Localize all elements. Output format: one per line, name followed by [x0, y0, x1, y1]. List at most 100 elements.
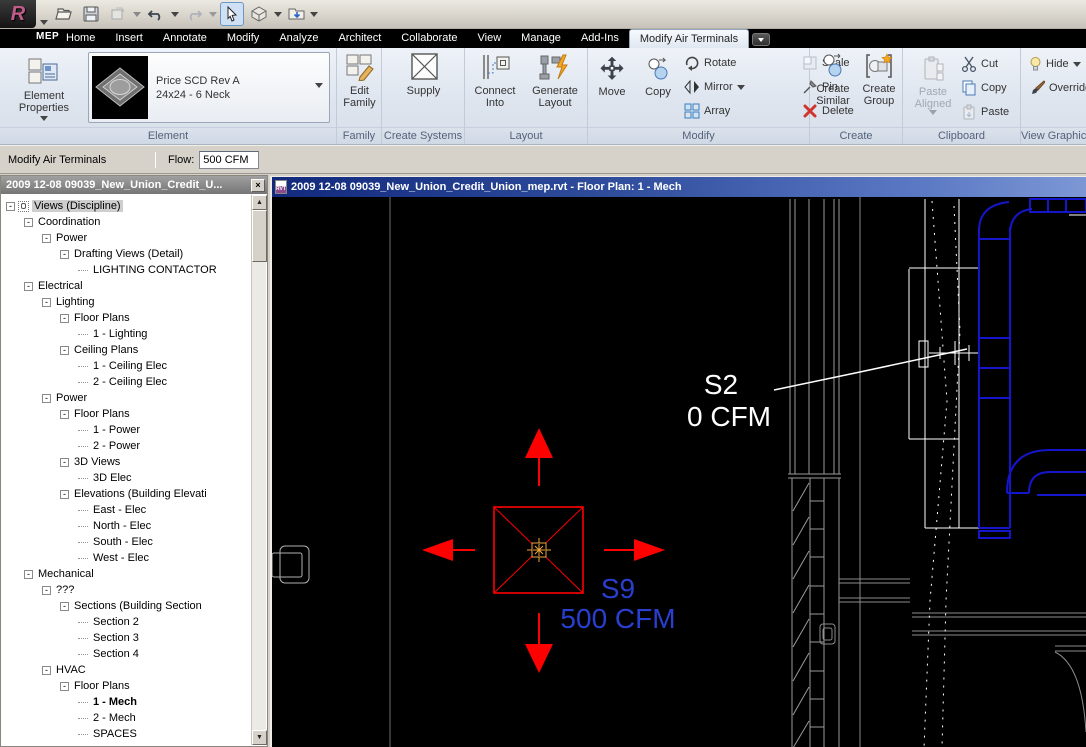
tree-item-label[interactable]: North - Elec — [91, 520, 153, 532]
tree-item-label[interactable]: 1 - Lighting — [91, 328, 149, 340]
rotate-button[interactable]: Rotate — [684, 51, 802, 75]
collapse-icon[interactable]: - — [42, 393, 51, 403]
tree-item-label[interactable]: 2 - Mech — [91, 712, 138, 724]
tree-branch[interactable]: - Sections (Building Section — [2, 598, 251, 614]
flow-arrow-left[interactable] — [422, 539, 453, 561]
tree-item-label[interactable]: Elevations (Building Elevati — [72, 488, 209, 500]
view-caret-icon[interactable] — [274, 11, 282, 17]
undo-caret-icon[interactable] — [171, 11, 179, 17]
collapse-icon[interactable]: - — [24, 281, 33, 291]
tab-modify-air-terminals[interactable]: Modify Air Terminals — [628, 29, 750, 48]
supply-duct[interactable] — [978, 198, 1086, 539]
tree-branch[interactable]: - Power — [2, 230, 251, 246]
publish-caret-icon[interactable] — [133, 11, 141, 17]
tab-view[interactable]: View — [468, 29, 512, 48]
tree-item-label[interactable]: Drafting Views (Detail) — [72, 248, 185, 260]
tree-item-label[interactable]: 3D Views — [72, 456, 122, 468]
tab-annotate[interactable]: Annotate — [153, 29, 217, 48]
tree-branch[interactable]: - Floor Plans — [2, 678, 251, 694]
generate-layout-button[interactable]: Generate Layout — [525, 48, 585, 124]
selected-air-terminal[interactable] — [422, 428, 665, 673]
publish-button[interactable] — [106, 2, 130, 26]
type-selector-caret-icon[interactable] — [315, 83, 323, 88]
tree-item-label[interactable]: HVAC — [54, 664, 88, 676]
tree-leaf[interactable]: 1 - Power — [2, 422, 251, 438]
scroll-down-icon[interactable]: ▼ — [252, 730, 267, 745]
tree-leaf[interactable]: 1 - Lighting — [2, 326, 251, 342]
create-similar-button[interactable]: Create Similar — [810, 48, 856, 124]
tree-leaf[interactable]: South - Elec — [2, 534, 251, 550]
tree-item-label[interactable]: Views (Discipline) — [32, 200, 123, 212]
tree-leaf[interactable]: 2 - Power — [2, 438, 251, 454]
tree-item-label[interactable]: West - Elec — [91, 552, 151, 564]
tree-branch[interactable]: - HVAC — [2, 662, 251, 678]
supply-button[interactable]: Supply — [382, 48, 465, 124]
collapse-icon[interactable]: - — [42, 585, 51, 595]
drawing-canvas[interactable]: S2 0 CFM S9 500 CFM — [272, 197, 1086, 747]
tree-branch[interactable]: -??? — [2, 582, 251, 598]
qat-customize-icon[interactable] — [310, 11, 318, 17]
tree-branch[interactable]: -Ceiling Plans — [2, 342, 251, 358]
tree-item-label[interactable]: Sections (Building Section — [72, 600, 204, 612]
cut-button[interactable]: Cut — [961, 52, 1009, 76]
tab-collaborate[interactable]: Collaborate — [391, 29, 467, 48]
tree-item-label[interactable]: Section 3 — [91, 632, 141, 644]
tree-leaf[interactable]: North - Elec — [2, 518, 251, 534]
tree-branch[interactable]: -Ceiling Plans — [2, 742, 251, 745]
tree-item-label[interactable]: 2 - Power — [91, 440, 142, 452]
collapse-icon[interactable]: - — [42, 233, 51, 243]
tree-item-label[interactable]: South - Elec — [91, 536, 155, 548]
tree-item-label[interactable]: Lighting — [54, 296, 97, 308]
tree-leaf[interactable]: 1 - Mech — [2, 694, 251, 710]
collapse-icon[interactable]: - — [24, 569, 33, 579]
tab-insert[interactable]: Insert — [105, 29, 153, 48]
tree-item-label[interactable]: 2 - Ceiling Elec — [91, 376, 169, 388]
tree-item-label[interactable]: 3D Elec — [91, 472, 134, 484]
floor-plan-view[interactable]: S2 0 CFM S9 500 CFM — [272, 197, 1086, 747]
tab-analyze[interactable]: Analyze — [269, 29, 328, 48]
scroll-up-icon[interactable]: ▲ — [252, 195, 267, 210]
open-button[interactable] — [52, 2, 76, 26]
save-button[interactable] — [79, 2, 103, 26]
mirror-button[interactable]: Mirror — [684, 75, 802, 99]
tree-branch[interactable]: - Floor Plans — [2, 310, 251, 326]
tree-item-label[interactable]: Floor Plans — [72, 312, 132, 324]
default-3d-view-button[interactable] — [247, 2, 271, 26]
tree-item-label[interactable]: Coordination — [36, 216, 102, 228]
tab-manage[interactable]: Manage — [511, 29, 571, 48]
element-properties-button[interactable]: Element Properties — [4, 51, 84, 127]
redo-caret-icon[interactable] — [209, 11, 217, 17]
collapse-icon[interactable]: - — [60, 601, 69, 611]
tree-item-label[interactable]: ??? — [54, 584, 76, 596]
tree-branch[interactable]: - Coordination — [2, 214, 251, 230]
tree-item-label[interactable]: Floor Plans — [72, 680, 132, 692]
browser-scrollbar[interactable]: ▲ ▼ — [251, 195, 267, 745]
hide-caret-icon[interactable] — [1072, 61, 1081, 67]
tree-item-label[interactable]: Mechanical — [36, 568, 96, 580]
tree-leaf[interactable]: Section 2 — [2, 614, 251, 630]
tree-leaf[interactable]: Section 4 — [2, 646, 251, 662]
collapse-icon[interactable]: - — [24, 217, 33, 227]
tree-branch[interactable]: - Floor Plans — [2, 406, 251, 422]
edit-family-button[interactable]: Edit Family — [337, 48, 382, 124]
flow-input[interactable] — [199, 150, 260, 169]
flow-arrow-down[interactable] — [525, 644, 553, 673]
load-family-button[interactable] — [285, 2, 309, 26]
tree-item-label[interactable]: Power — [54, 392, 89, 404]
tree-leaf[interactable]: 3D Elec — [2, 470, 251, 486]
tree-item-label[interactable]: Electrical — [36, 280, 85, 292]
paste-button[interactable]: Paste — [961, 100, 1009, 124]
tree-item-label[interactable]: SPACES — [91, 728, 139, 740]
collapse-icon[interactable]: - — [60, 313, 69, 323]
move-button[interactable]: Move — [590, 51, 634, 127]
array-button[interactable]: Array — [684, 99, 802, 123]
tree-branch[interactable]: - Electrical — [2, 278, 251, 294]
tab-home[interactable]: Home — [56, 29, 105, 48]
tree-leaf[interactable]: 1 - Ceiling Elec — [2, 358, 251, 374]
ribbon-collapse-button[interactable] — [752, 33, 770, 46]
collapse-icon[interactable]: - — [60, 457, 69, 467]
connect-into-button[interactable]: Connect Into — [465, 48, 525, 124]
tree-item-label[interactable]: 1 - Ceiling Elec — [91, 360, 169, 372]
tree-item-label[interactable]: Power — [54, 232, 89, 244]
undo-button[interactable] — [144, 2, 168, 26]
